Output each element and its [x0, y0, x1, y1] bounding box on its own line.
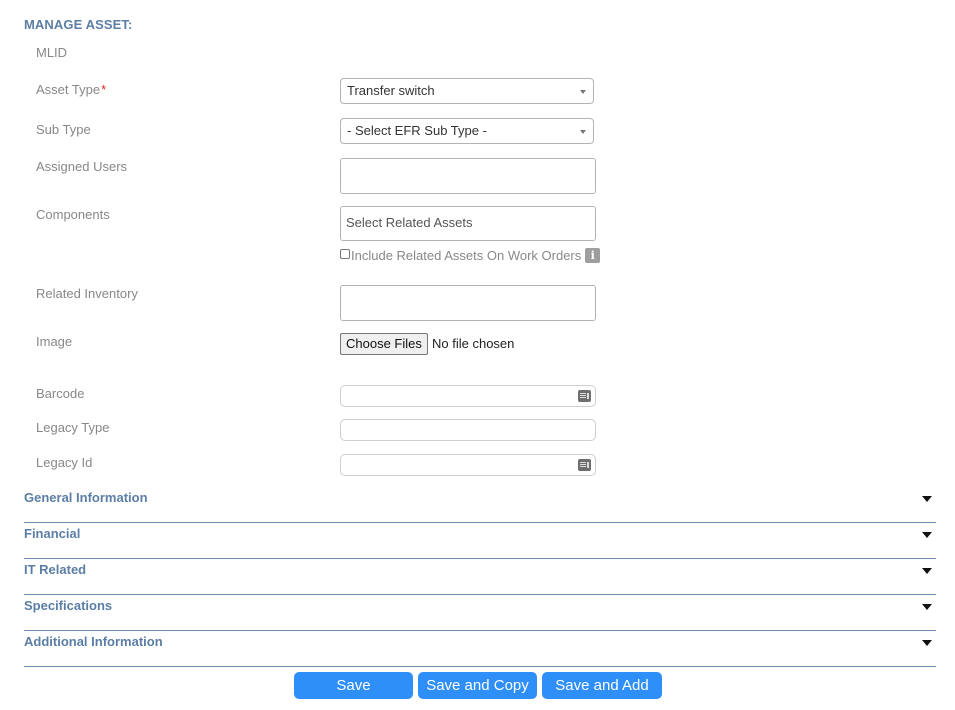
file-status: No file chosen: [432, 336, 515, 351]
section-label: IT Related: [24, 562, 87, 577]
mlid-label: MLID: [36, 45, 68, 60]
legacy-type-label: Legacy Type: [36, 420, 110, 435]
barcode-label: Barcode: [36, 386, 85, 401]
asset-type-select[interactable]: Transfer switch: [340, 78, 594, 104]
section-general-information[interactable]: General Information: [24, 489, 936, 523]
caret-down-icon: [922, 640, 932, 646]
page-title: MANAGE ASSET:: [24, 17, 133, 32]
section-specifications[interactable]: Specifications: [24, 597, 936, 631]
section-label: General Information: [24, 490, 148, 505]
barcode-scan-icon[interactable]: [578, 390, 591, 402]
sub-type-label: Sub Type: [36, 122, 91, 137]
barcode-input[interactable]: [340, 385, 596, 407]
components-label: Components: [36, 207, 110, 222]
include-related-assets-row: Include Related Assets On Work Orders i: [340, 248, 601, 263]
section-additional-information[interactable]: Additional Information: [24, 633, 936, 667]
sub-type-value: - Select EFR Sub Type -: [347, 123, 487, 138]
section-financial[interactable]: Financial: [24, 525, 936, 559]
section-label: Financial: [24, 526, 81, 541]
sub-type-select[interactable]: - Select EFR Sub Type -: [340, 118, 594, 144]
include-related-assets-label[interactable]: Include Related Assets On Work Orders: [351, 248, 581, 263]
section-label: Additional Information: [24, 634, 163, 649]
save-and-add-button[interactable]: Save and Add: [542, 672, 662, 699]
related-inventory-label: Related Inventory: [36, 286, 138, 301]
legacy-type-input[interactable]: [340, 419, 596, 441]
asset-type-label-text: Asset Type: [36, 82, 101, 97]
required-marker: *: [101, 82, 107, 97]
include-related-assets-checkbox[interactable]: [340, 249, 350, 259]
assigned-users-input[interactable]: [340, 158, 596, 194]
save-button[interactable]: Save: [294, 672, 413, 699]
chevron-down-icon: [580, 130, 586, 134]
related-inventory-input[interactable]: [340, 285, 596, 321]
components-placeholder: Select Related Assets: [346, 215, 473, 230]
legacy-id-label: Legacy Id: [36, 455, 93, 470]
save-and-copy-button[interactable]: Save and Copy: [418, 672, 537, 699]
asset-type-value: Transfer switch: [347, 83, 435, 98]
barcode-scan-icon[interactable]: [578, 459, 591, 471]
caret-down-icon: [922, 604, 932, 610]
section-it-related[interactable]: IT Related: [24, 561, 936, 595]
chevron-down-icon: [580, 90, 586, 94]
image-label: Image: [36, 334, 73, 349]
choose-files-button[interactable]: Choose Files: [340, 333, 428, 355]
components-input[interactable]: Select Related Assets: [340, 206, 596, 241]
assigned-users-label: Assigned Users: [36, 159, 128, 174]
asset-type-label: Asset Type*: [36, 82, 106, 97]
info-icon[interactable]: i: [585, 248, 601, 263]
caret-down-icon: [922, 496, 932, 502]
caret-down-icon: [922, 532, 932, 538]
caret-down-icon: [922, 568, 932, 574]
legacy-id-input[interactable]: [340, 454, 596, 476]
section-label: Specifications: [24, 598, 113, 613]
